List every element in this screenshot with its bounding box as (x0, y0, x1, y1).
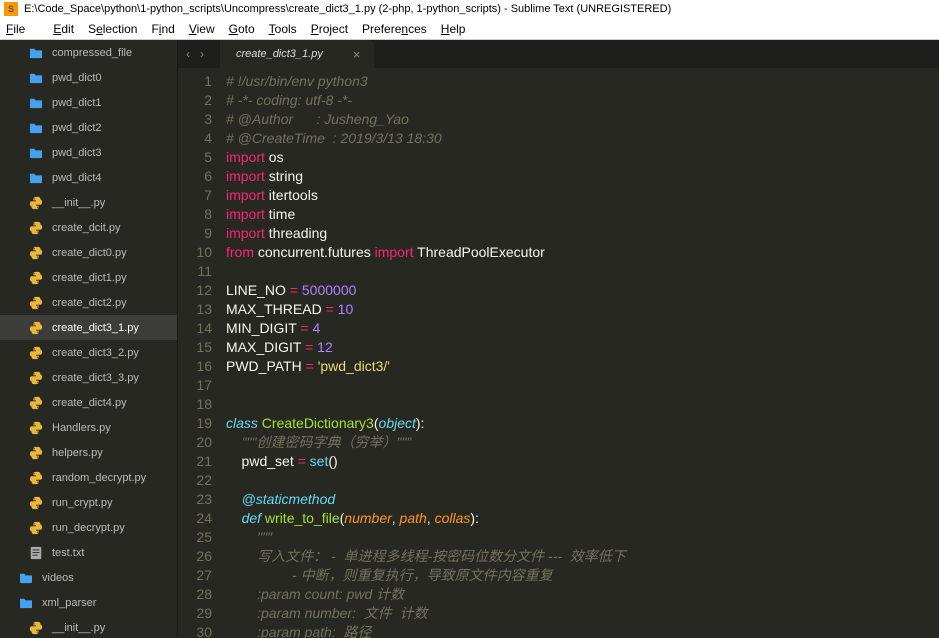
folder-icon (28, 96, 44, 110)
file-icon (28, 496, 44, 510)
sidebar-item-label: __init__.py (52, 622, 105, 634)
menu-file[interactable]: File (6, 22, 39, 36)
folder-icon (28, 46, 44, 60)
sidebar-item-__init__-py[interactable]: __init__.py (0, 190, 177, 215)
sidebar-item-label: pwd_dict3 (52, 147, 102, 159)
sidebar-item-create_dict3_3-py[interactable]: create_dict3_3.py (0, 365, 177, 390)
sidebar-item-run_decrypt-py[interactable]: run_decrypt.py (0, 515, 177, 540)
sidebar-item-helpers-py[interactable]: helpers.py (0, 440, 177, 465)
sidebar-item-create_dict4-py[interactable]: create_dict4.py (0, 390, 177, 415)
menu-tools[interactable]: Tools (269, 22, 297, 36)
folder-icon (28, 171, 44, 185)
file-icon (28, 246, 44, 260)
sidebar-item-label: run_decrypt.py (52, 522, 125, 534)
tab-label: create_dict3_1.py (236, 48, 323, 60)
sidebar-item-label: pwd_dict1 (52, 97, 102, 109)
sidebar-item-videos[interactable]: videos (0, 565, 177, 590)
file-icon (28, 396, 44, 410)
sidebar-item-create_dict3_1-py[interactable]: create_dict3_1.py (0, 315, 177, 340)
sidebar-item-pwd_dict2[interactable]: pwd_dict2 (0, 115, 177, 140)
sidebar-item-label: create_dict1.py (52, 272, 127, 284)
tab-nav: ‹ › (178, 40, 212, 68)
sidebar-item-test-txt[interactable]: test.txt (0, 540, 177, 565)
main-area: compressed_file pwd_dict0 pwd_dict1 pwd_dic… (0, 40, 939, 638)
sidebar-item-run_crypt-py[interactable]: run_crypt.py (0, 490, 177, 515)
file-icon (28, 346, 44, 360)
file-icon (28, 221, 44, 235)
sidebar-item-label: compressed_file (52, 47, 132, 59)
tab-nav-right-icon[interactable]: › (200, 47, 204, 61)
sidebar-item-label: helpers.py (52, 447, 103, 459)
sidebar-item-label: create_dict3_1.py (52, 322, 139, 334)
menu-goto[interactable]: Goto (229, 22, 255, 36)
file-icon (28, 371, 44, 385)
sidebar-item-compressed_file[interactable]: compressed_file (0, 40, 177, 65)
sidebar-item-label: create_dcit.py (52, 222, 120, 234)
file-icon (28, 471, 44, 485)
titlebar-text: E:\Code_Space\python\1-python_scripts\Un… (24, 3, 671, 15)
folder-icon (28, 146, 44, 160)
menu-edit[interactable]: Edit (53, 22, 74, 36)
sidebar-item-label: create_dict3_3.py (52, 372, 139, 384)
menubar: File Edit Selection Find View Goto Tools… (0, 18, 939, 40)
sidebar-item-random_decrypt-py[interactable]: random_decrypt.py (0, 465, 177, 490)
menu-help[interactable]: Help (441, 22, 466, 36)
file-icon (28, 546, 44, 560)
tab-active[interactable]: create_dict3_1.py × (220, 40, 374, 68)
sidebar-item-label: Handlers.py (52, 422, 111, 434)
menu-find[interactable]: Find (151, 22, 174, 36)
tab-nav-left-icon[interactable]: ‹ (186, 47, 190, 61)
titlebar: S E:\Code_Space\python\1-python_scripts\… (0, 0, 939, 18)
folder-icon (28, 71, 44, 85)
sidebar-item-label: create_dict0.py (52, 247, 127, 259)
code-area[interactable]: 1234567891011121314151617181920212223242… (178, 68, 939, 638)
sidebar-item-xml_parser[interactable]: xml_parser (0, 590, 177, 615)
sidebar-item-label: pwd_dict2 (52, 122, 102, 134)
sidebar-item-pwd_dict3[interactable]: pwd_dict3 (0, 140, 177, 165)
folder-icon (18, 571, 34, 585)
sidebar-item-create_dcit-py[interactable]: create_dcit.py (0, 215, 177, 240)
menu-project[interactable]: Project (311, 22, 348, 36)
sidebar-item-pwd_dict1[interactable]: pwd_dict1 (0, 90, 177, 115)
tabbar: ‹ › create_dict3_1.py × (178, 40, 939, 68)
file-icon (28, 196, 44, 210)
menu-selection[interactable]: Selection (88, 22, 137, 36)
sidebar-item-create_dict3_2-py[interactable]: create_dict3_2.py (0, 340, 177, 365)
folder-icon (18, 596, 34, 610)
tab-close-icon[interactable]: × (353, 47, 361, 62)
file-icon (28, 296, 44, 310)
sidebar-item-label: random_decrypt.py (52, 472, 146, 484)
sidebar[interactable]: compressed_file pwd_dict0 pwd_dict1 pwd_dic… (0, 40, 178, 638)
sidebar-item-create_dict0-py[interactable]: create_dict0.py (0, 240, 177, 265)
sidebar-item-label: videos (42, 572, 74, 584)
menu-view[interactable]: View (189, 22, 215, 36)
sidebar-item-label: test.txt (52, 547, 84, 559)
sidebar-item-label: create_dict4.py (52, 397, 127, 409)
sidebar-item-label: run_crypt.py (52, 497, 113, 509)
sidebar-item-pwd_dict4[interactable]: pwd_dict4 (0, 165, 177, 190)
sidebar-item-label: pwd_dict0 (52, 72, 102, 84)
file-icon (28, 521, 44, 535)
editor-area: ‹ › create_dict3_1.py × 1234567891011121… (178, 40, 939, 638)
sidebar-item-label: __init__.py (52, 197, 105, 209)
sidebar-item-pwd_dict0[interactable]: pwd_dict0 (0, 65, 177, 90)
file-icon (28, 271, 44, 285)
file-icon (28, 621, 44, 635)
code-content[interactable]: # !/usr/bin/env python3# -*- coding: utf… (226, 68, 939, 638)
folder-icon (28, 121, 44, 135)
sidebar-item-label: pwd_dict4 (52, 172, 102, 184)
gutter: 1234567891011121314151617181920212223242… (178, 68, 226, 638)
sidebar-item-__init__-py[interactable]: __init__.py (0, 615, 177, 638)
sidebar-item-create_dict1-py[interactable]: create_dict1.py (0, 265, 177, 290)
sidebar-item-label: create_dict2.py (52, 297, 127, 309)
sidebar-item-label: xml_parser (42, 597, 96, 609)
file-icon (28, 321, 44, 335)
app-icon: S (4, 2, 18, 16)
sidebar-item-create_dict2-py[interactable]: create_dict2.py (0, 290, 177, 315)
menu-preferences[interactable]: Preferences (362, 22, 427, 36)
sidebar-item-label: create_dict3_2.py (52, 347, 139, 359)
file-icon (28, 421, 44, 435)
file-icon (28, 446, 44, 460)
sidebar-item-Handlers-py[interactable]: Handlers.py (0, 415, 177, 440)
